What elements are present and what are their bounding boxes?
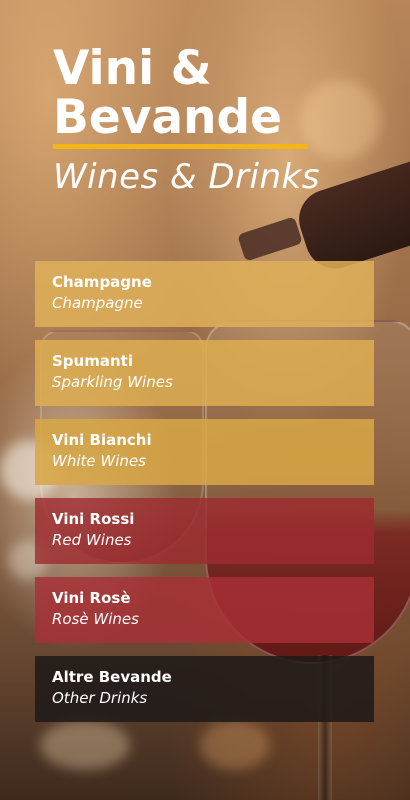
menu-item-vini-bianchi[interactable]: Vini Bianchi White Wines bbox=[35, 419, 374, 485]
menu-item-italian-label: Vini Rossi bbox=[52, 510, 135, 528]
page-title-line-1: Vini & bbox=[53, 41, 212, 96]
menu-item-champagne[interactable]: Champagne Champagne bbox=[35, 261, 374, 327]
wine-menu-page: Vini & Bevande Wines & Drinks Champagne … bbox=[0, 0, 410, 800]
menu-item-english-label: Red Wines bbox=[52, 531, 132, 549]
menu-item-italian-label: Altre Bevande bbox=[52, 668, 172, 686]
menu-item-english-label: Rosè Wines bbox=[52, 610, 139, 628]
menu-item-english-label: Champagne bbox=[52, 294, 143, 312]
menu-item-vini-rose[interactable]: Vini Rosè Rosè Wines bbox=[35, 577, 374, 643]
page-title-line-2: Bevande bbox=[53, 90, 283, 145]
menu-item-italian-label: Spumanti bbox=[52, 352, 133, 370]
menu-item-vini-rossi[interactable]: Vini Rossi Red Wines bbox=[35, 498, 374, 564]
page-subtitle: Wines & Drinks bbox=[53, 157, 320, 197]
drinks-menu: Champagne Champagne Spumanti Sparkling W… bbox=[35, 261, 374, 735]
wine-bottle-neck-image bbox=[237, 216, 303, 262]
menu-item-italian-label: Vini Bianchi bbox=[52, 431, 152, 449]
menu-item-english-label: White Wines bbox=[52, 452, 146, 470]
menu-item-altre-bevande[interactable]: Altre Bevande Other Drinks bbox=[35, 656, 374, 722]
menu-item-english-label: Sparkling Wines bbox=[52, 373, 173, 391]
menu-item-italian-label: Vini Rosè bbox=[52, 589, 131, 607]
menu-item-spumanti[interactable]: Spumanti Sparkling Wines bbox=[35, 340, 374, 406]
menu-item-english-label: Other Drinks bbox=[52, 689, 148, 707]
page-header: Vini & Bevande Wines & Drinks bbox=[53, 44, 380, 197]
menu-item-italian-label: Champagne bbox=[52, 273, 152, 291]
page-title: Vini & Bevande bbox=[53, 44, 380, 142]
